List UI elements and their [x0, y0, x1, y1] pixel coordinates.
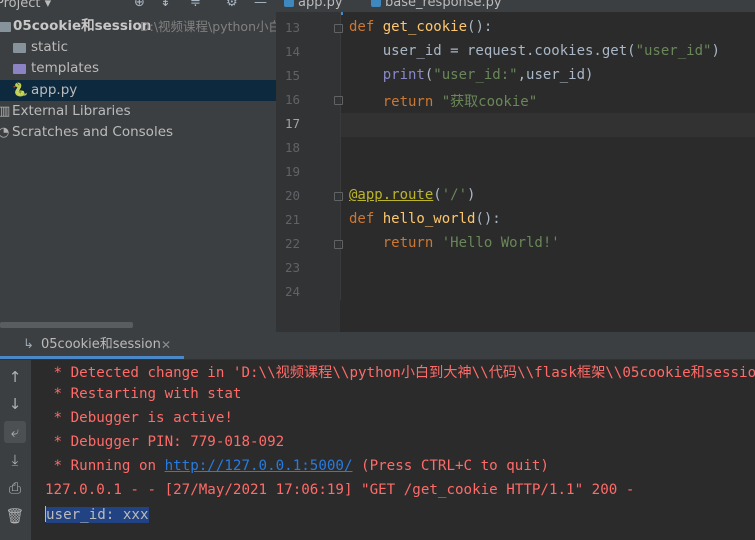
python-file-icon: 🐍 [12, 83, 29, 98]
templates-folder-icon [13, 64, 26, 74]
console-line-detected-change: * Detected change in 'D:\\视频课程\\python小白… [45, 365, 755, 381]
tree-item-external-libraries[interactable]: ▥ External Libraries [0, 101, 276, 122]
scroll-down-icon[interactable]: ↓ [4, 393, 26, 415]
tab-base-response-py[interactable]: base_response.py [371, 0, 502, 12]
server-url-link[interactable]: http://127.0.0.1:5000/ [165, 458, 353, 474]
root-name: 05cookie和session [13, 18, 152, 34]
console-line-running-on: * Running on http://127.0.0.1:5000/ (Pre… [45, 458, 549, 474]
console-line-output: user_id: xxx [45, 506, 149, 523]
python-file-icon [371, 0, 381, 7]
fold-marker-icon[interactable] [334, 96, 343, 105]
line-number: 18 [284, 140, 300, 155]
python-file-icon [284, 0, 294, 7]
fold-marker-icon[interactable] [334, 24, 343, 33]
line-number: 21 [284, 212, 300, 227]
line-number: 13 [284, 20, 300, 35]
selected-output-text[interactable]: user_id: xxx [46, 507, 149, 523]
tree-item-label: External Libraries [12, 103, 131, 119]
code-line-13[interactable]: def get_cookie(): [349, 19, 492, 35]
code-line-14[interactable]: user_id = request.cookies.get("user_id") [349, 43, 720, 59]
console-output[interactable]: * Detected change in 'D:\\视频课程\\python小白… [31, 360, 755, 540]
tree-item-label: Scratches and Consoles [12, 124, 174, 140]
tree-item-scratches[interactable]: ◔ Scratches and Consoles [0, 122, 276, 143]
scratches-icon: ◔ [0, 125, 10, 140]
tree-item-label: app.py [31, 82, 78, 98]
gear-icon[interactable]: ⚙ [226, 0, 238, 10]
run-toolbar: ↑ ↓ ⤶ ⤓ ⎙ 🗑 [0, 360, 31, 540]
code-line-20[interactable]: @app.route('/') [349, 187, 475, 203]
code-line-21[interactable]: def hello_world(): [349, 211, 501, 227]
code-line-15[interactable]: print("user_id:",user_id) [349, 67, 594, 83]
gutter-divider [340, 12, 341, 332]
fold-marker-icon[interactable] [334, 240, 343, 249]
code-line-16[interactable]: return "获取cookie" [349, 91, 537, 111]
trash-icon[interactable]: 🗑 [4, 505, 26, 527]
editor-scroll-area [340, 300, 755, 332]
project-view-dropdown[interactable]: Project ▾ [0, 0, 51, 11]
line-number: 24 [284, 284, 300, 299]
tree-root-project[interactable]: 05cookie和session D:\视频课程\python小白 [0, 16, 276, 37]
run-tool-window-header: ↳ 05cookie和session ✕ [0, 332, 755, 360]
project-panel: Project ▾ ⊕ ⇟ ≑ ⚙ — 05cookie和session D:\… [0, 0, 276, 332]
locate-icon[interactable]: ⊕ [134, 0, 145, 10]
folder-icon [13, 43, 26, 53]
tree-item-label: static [31, 39, 69, 55]
project-horizontal-scrollbar[interactable] [0, 322, 133, 328]
print-icon[interactable]: ⎙ [4, 477, 26, 499]
console-line-restarting: * Restarting with stat [45, 386, 242, 402]
folder-icon [0, 22, 11, 32]
console-line-request-log: 127.0.0.1 - - [27/May/2021 17:06:19] "GE… [45, 482, 635, 498]
close-icon[interactable]: ✕ [161, 332, 171, 358]
tree-item-templates[interactable]: templates [0, 58, 276, 79]
tree-item-label: templates [31, 60, 99, 76]
scroll-up-icon[interactable]: ↑ [4, 366, 26, 388]
collapse-all-icon[interactable]: ⇟ [160, 0, 171, 10]
line-number: 20 [284, 188, 300, 203]
scroll-to-end-icon[interactable]: ⤓ [4, 449, 26, 471]
line-number: 23 [284, 260, 300, 275]
run-tab-05cookie[interactable]: ↳ 05cookie和session ✕ [0, 332, 184, 359]
console-line-debugger-pin: * Debugger PIN: 779-018-092 [45, 434, 285, 450]
run-config-icon: ↳ [23, 337, 34, 352]
editor-tab-bar: app.py base_response.py [276, 0, 755, 15]
editor: app.py base_response.py 13 14 15 16 17 1… [276, 0, 755, 332]
soft-wrap-icon[interactable]: ⤶ [4, 421, 26, 443]
root-path: D:\视频课程\python小白 [140, 19, 276, 34]
line-number: 22 [284, 236, 300, 251]
line-number: 15 [284, 68, 300, 83]
code-line-22[interactable]: return 'Hello World!' [349, 235, 560, 251]
line-number: 14 [284, 44, 300, 59]
project-header: Project ▾ ⊕ ⇟ ≑ ⚙ — [0, 0, 276, 14]
library-icon: ▥ [0, 104, 11, 119]
hide-icon[interactable]: — [254, 0, 267, 10]
tree-item-app-py[interactable]: 🐍 app.py [0, 80, 276, 101]
current-line-highlight [341, 113, 755, 137]
expand-all-icon[interactable]: ≑ [190, 0, 201, 10]
line-number: 19 [284, 164, 300, 179]
run-panel: ↳ 05cookie和session ✕ ↑ ↓ ⤶ ⤓ ⎙ 🗑 * Detec… [0, 332, 755, 540]
line-number-current: 17 [284, 116, 300, 131]
tree-item-static[interactable]: static [0, 37, 276, 58]
fold-marker-icon[interactable] [334, 192, 343, 201]
line-number: 16 [284, 92, 300, 107]
console-line-debugger-active: * Debugger is active! [45, 410, 233, 426]
run-tab-label: 05cookie和session [41, 337, 161, 352]
